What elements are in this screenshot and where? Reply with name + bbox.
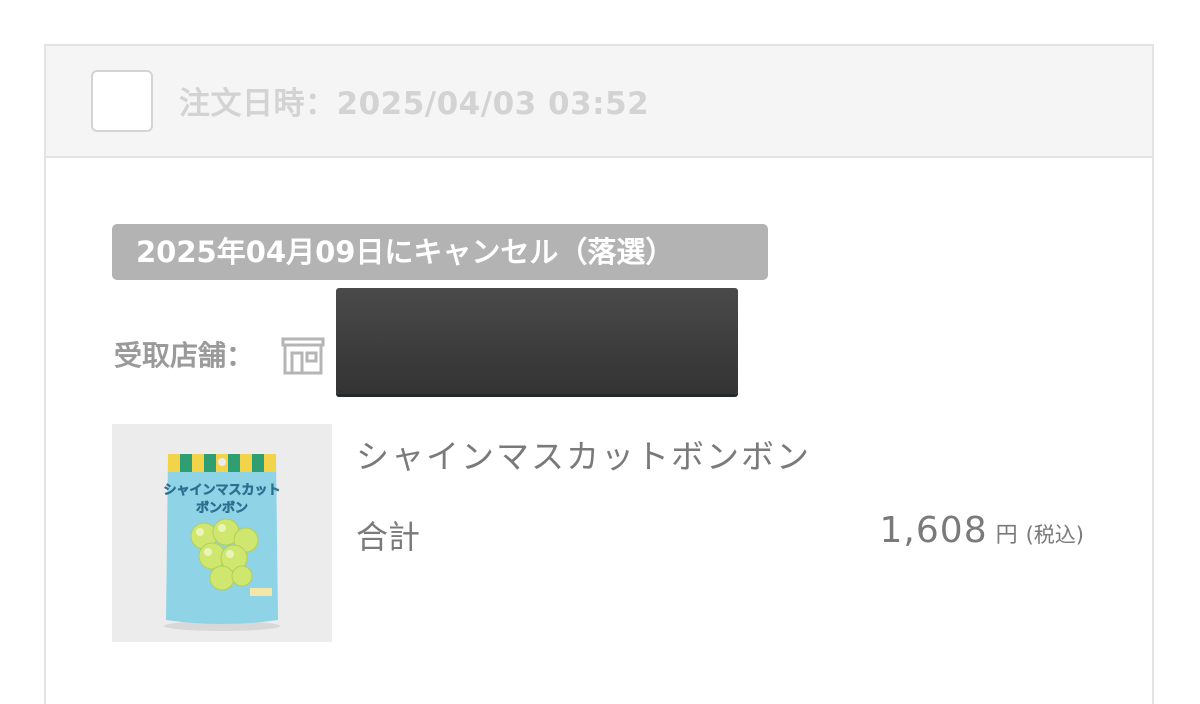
total-label: 合計: [356, 518, 421, 556]
total-price: 1,608 円 (税込): [880, 510, 1084, 551]
package-title-line1: シャインマスカット: [163, 483, 280, 498]
order-select-checkbox[interactable]: [91, 70, 153, 132]
order-card: 注文日時：2025/04/03 03:52 2025年04月09日にキャンセル（…: [44, 44, 1154, 704]
redacted-store-name: [336, 288, 738, 394]
product-name[interactable]: シャインマスカットボンボン: [356, 430, 811, 478]
store-icon: [281, 337, 325, 375]
status-badge: 2025年04月09日にキャンセル（落選）: [112, 224, 768, 280]
product-package-illustration: シャインマスカット ボンボン: [112, 424, 332, 642]
product-image[interactable]: シャインマスカット ボンボン: [112, 424, 332, 642]
package-title-line2: ボンボン: [196, 500, 248, 516]
store-label: 受取店舗：: [114, 339, 255, 372]
tax-note: (税込): [1025, 523, 1084, 547]
order-card-header: 注文日時：2025/04/03 03:52: [46, 46, 1152, 158]
total-price-value: 1,608: [879, 510, 988, 551]
currency-label: 円: [995, 523, 1018, 548]
order-date: 注文日時：2025/04/03 03:52: [179, 86, 650, 122]
